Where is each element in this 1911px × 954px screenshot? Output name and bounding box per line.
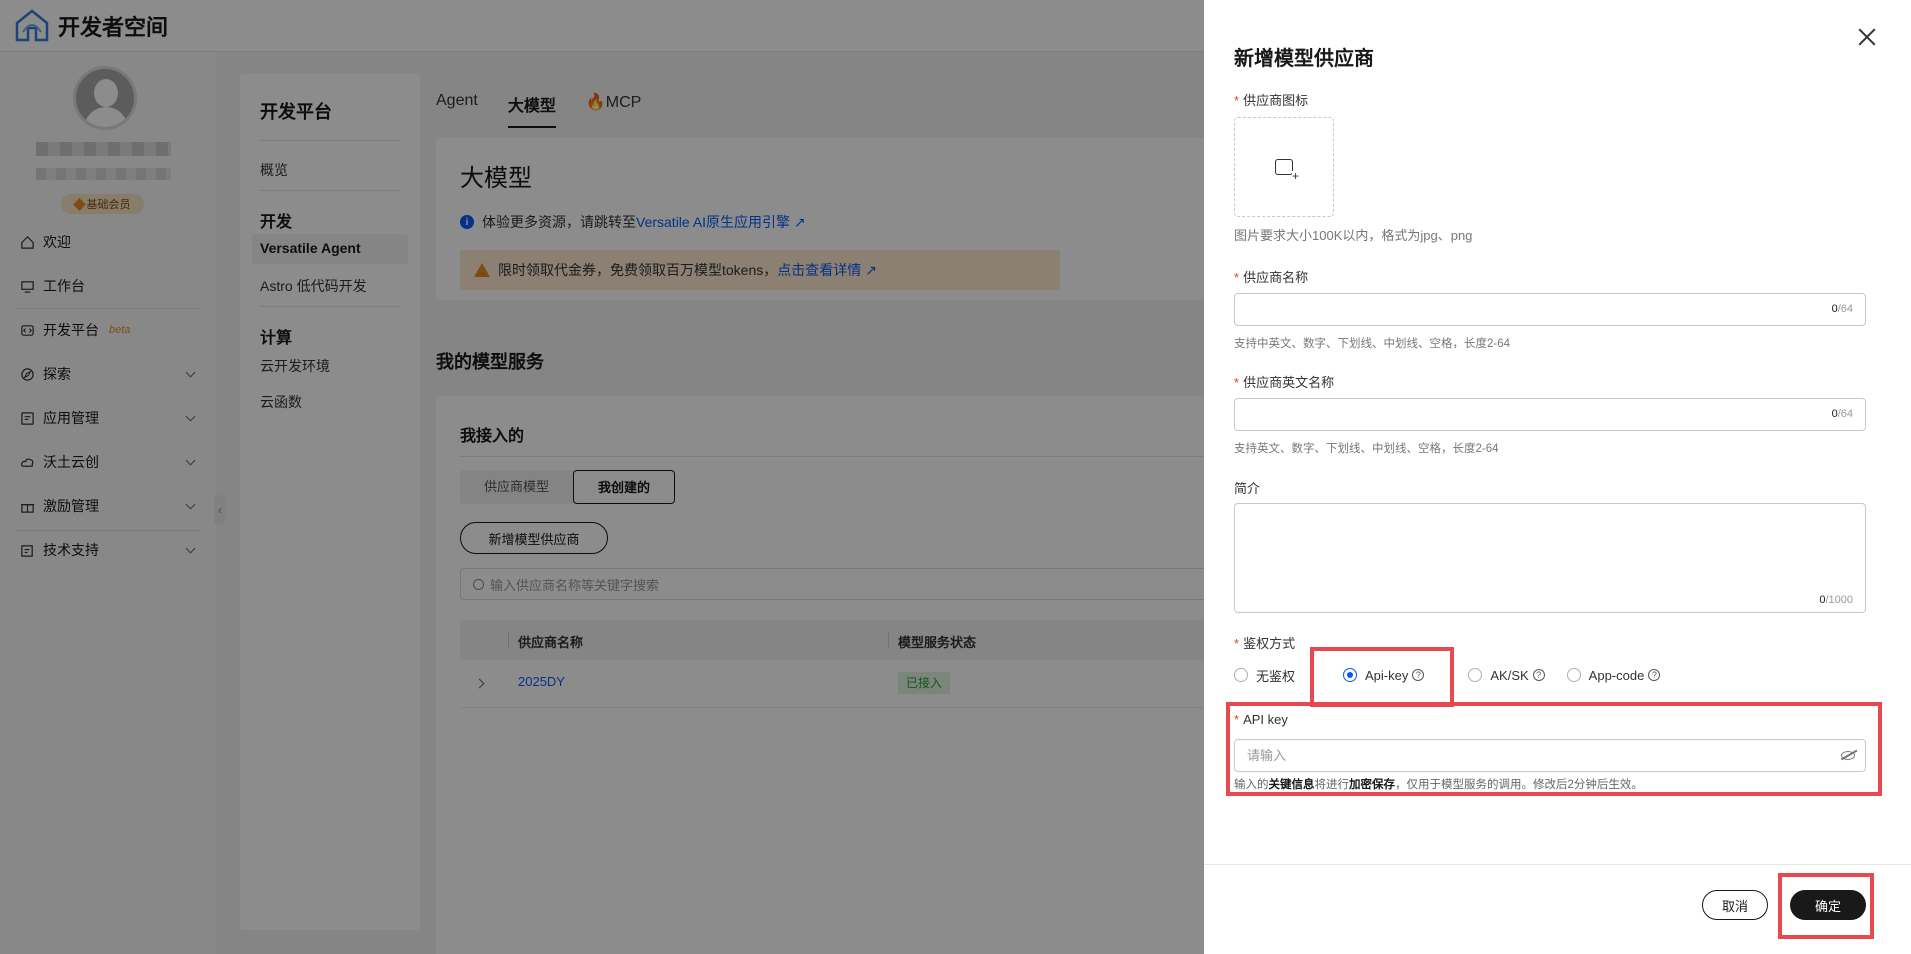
highlight-box (1310, 647, 1454, 707)
icon-hint: 图片要求大小100K以内，格式为jpg、png (1234, 228, 1473, 243)
name-label: * 供应商名称 (1234, 270, 1309, 285)
en-name-label: * 供应商英文名称 (1234, 375, 1335, 390)
char-counter: 0/64 (1831, 303, 1853, 315)
cancel-button[interactable]: 取消 (1702, 890, 1768, 920)
radio-no-auth[interactable]: 无鉴权 (1234, 666, 1295, 685)
en-name-hint: 支持英文、数字、下划线、中划线、空格，长度2-64 (1234, 443, 1499, 455)
add-provider-drawer: 新增模型供应商 *供应商图标 图片要求大小100K以内，格式为jpg、png *… (1204, 0, 1911, 954)
name-hint: 支持中英文、数字、下划线、中划线、空格，长度2-64 (1234, 338, 1511, 350)
char-counter: 0/1000 (1819, 594, 1853, 606)
radio-app-code[interactable]: App-code? (1566, 668, 1661, 683)
auth-radio-group: 无鉴权 Api-key? AK/SK? App-code? (1234, 665, 1682, 685)
help-icon[interactable]: ? (1532, 669, 1545, 681)
auth-label: * 鉴权方式 (1234, 636, 1296, 651)
desc-label: 简介 (1234, 481, 1261, 496)
description-textarea[interactable]: 0/1000 (1234, 503, 1866, 613)
highlight-box (1778, 873, 1874, 939)
icon-label: * 供应商图标 (1234, 93, 1309, 108)
help-icon[interactable]: ? (1648, 669, 1661, 681)
provider-en-name-field[interactable]: 0/64 (1234, 398, 1866, 431)
char-counter: 0/64 (1831, 408, 1853, 420)
provider-name-field[interactable]: 0/64 (1234, 293, 1866, 326)
highlight-box (1226, 702, 1882, 796)
icon-upload[interactable] (1234, 117, 1334, 217)
close-icon[interactable] (1856, 26, 1878, 48)
image-upload-icon (1275, 159, 1300, 181)
radio-aksk[interactable]: AK/SK? (1468, 668, 1545, 683)
drawer-title: 新增模型供应商 (1234, 48, 1374, 70)
